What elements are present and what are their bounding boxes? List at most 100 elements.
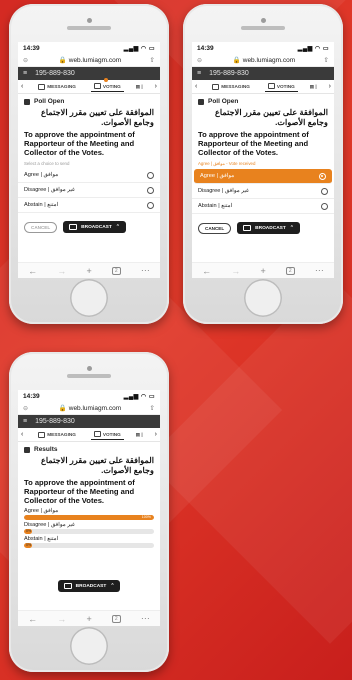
cancel-button[interactable]: CANCEL bbox=[198, 222, 232, 234]
result-label-abstain: Abstain | امتنع bbox=[24, 536, 59, 543]
more-icon[interactable]: ⋯ bbox=[315, 265, 324, 276]
hamburger-menu-icon[interactable]: ≡ bbox=[23, 418, 27, 425]
option-disagree[interactable]: Disagree | غير موافق bbox=[18, 183, 160, 199]
speaker bbox=[241, 26, 285, 30]
browser-bottom-bar: ← → + 2 ⋯ bbox=[18, 262, 160, 278]
browser-url-bar[interactable]: ⊖ 🔒 web.lumiagm.com ⇧ bbox=[18, 402, 160, 415]
hint-text: Select a choice to send bbox=[24, 161, 70, 167]
forward-arrow-icon[interactable]: → bbox=[231, 266, 240, 276]
tab-next-partial[interactable]: ▤ | bbox=[136, 84, 143, 90]
tabs-icon[interactable]: ⊖ bbox=[23, 405, 35, 412]
tab-next-partial[interactable]: ▤ | bbox=[136, 432, 143, 438]
notification-dot bbox=[103, 78, 108, 82]
browser-url-bar[interactable]: ⊖ 🔒 web.lumiagm.com ⇧ bbox=[192, 54, 334, 67]
hamburger-menu-icon[interactable]: ≡ bbox=[197, 70, 201, 77]
result-percent: 0% bbox=[26, 543, 32, 548]
tab-voting[interactable]: VOTING bbox=[90, 429, 124, 440]
phone-results: 14:39 ▂▄▆ ◠ ▭ ⊖ 🔒 web.lumiagm.com ⇧ ≡ 19… bbox=[9, 352, 169, 672]
option-disagree[interactable]: Disagree | غير موافق bbox=[192, 184, 334, 200]
radio-icon[interactable] bbox=[147, 201, 154, 209]
radio-icon[interactable] bbox=[321, 187, 328, 195]
back-arrow-icon[interactable]: ← bbox=[28, 266, 37, 276]
radio-checked-icon[interactable] bbox=[319, 172, 326, 180]
radio-icon[interactable] bbox=[321, 202, 328, 210]
chevron-up-icon: ⌃ bbox=[289, 225, 294, 231]
browser-url-bar[interactable]: ⊖ 🔒 web.lumiagm.com ⇧ bbox=[18, 54, 160, 67]
home-button[interactable] bbox=[70, 627, 108, 665]
tab-count[interactable]: 2 bbox=[111, 614, 121, 623]
tab-count[interactable]: 2 bbox=[111, 266, 121, 275]
new-tab-icon[interactable]: + bbox=[86, 614, 91, 624]
signal-wifi-battery-icon: ▂▄▆ ◠ ▭ bbox=[297, 45, 329, 52]
share-icon[interactable]: ⇧ bbox=[145, 404, 155, 412]
camera bbox=[87, 366, 92, 371]
chevron-right-icon[interactable]: › bbox=[155, 83, 157, 90]
tabs-icon[interactable]: ⊖ bbox=[197, 57, 209, 64]
broadcast-button[interactable]: BROADCAST ⌃ bbox=[237, 222, 300, 235]
section-title: Results bbox=[18, 442, 160, 455]
option-abstain[interactable]: Abstain | امتنع bbox=[192, 199, 334, 215]
chevron-up-icon: ⌃ bbox=[115, 224, 120, 230]
status-bar: 14:39 ▂▄▆ ◠ ▭ bbox=[18, 42, 160, 54]
chevron-left-icon[interactable]: ‹ bbox=[195, 83, 197, 90]
new-tab-icon[interactable]: + bbox=[260, 266, 265, 276]
chevron-right-icon[interactable]: › bbox=[155, 431, 157, 438]
actions-row: CANCEL BROADCAST ⌃ bbox=[192, 214, 334, 237]
option-agree[interactable]: Agree | موافق bbox=[18, 168, 160, 184]
message-icon bbox=[212, 83, 220, 90]
meeting-id: 195-889-830 bbox=[35, 70, 75, 77]
chevron-left-icon[interactable]: ‹ bbox=[21, 83, 23, 90]
broadcast-button[interactable]: BROADCAST ⌃ bbox=[57, 580, 121, 593]
question-english: To approve the appointment of Rapporteur… bbox=[24, 129, 135, 158]
poll-icon bbox=[198, 98, 204, 105]
tabs-icon[interactable]: ⊖ bbox=[23, 57, 35, 64]
forward-arrow-icon[interactable]: → bbox=[57, 614, 66, 624]
chevron-right-icon[interactable]: › bbox=[329, 83, 331, 90]
option-abstain[interactable]: Abstain | امتنع bbox=[18, 198, 160, 214]
vote-received-text: Agree | موافق - Vote received bbox=[198, 161, 256, 167]
result-percent: 100% bbox=[141, 515, 151, 520]
screen: 14:39 ▂▄▆ ◠ ▭ ⊖ 🔒 web.lumiagm.com ⇧ ≡ 19… bbox=[18, 42, 160, 278]
tab-messaging[interactable]: MESSAGING bbox=[35, 82, 79, 92]
radio-icon[interactable] bbox=[147, 186, 154, 194]
home-button[interactable] bbox=[70, 279, 108, 317]
tab-messaging[interactable]: MESSAGING bbox=[209, 82, 253, 92]
result-percent: 0% bbox=[26, 529, 32, 534]
status-time: 14:39 bbox=[23, 44, 40, 52]
new-tab-icon[interactable]: + bbox=[86, 266, 91, 276]
url-text[interactable]: 🔒 web.lumiagm.com bbox=[209, 56, 319, 64]
share-icon[interactable]: ⇧ bbox=[145, 56, 155, 64]
screen: 14:39 ▂▄▆ ◠ ▭ ⊖ 🔒 web.lumiagm.com ⇧ ≡ 19… bbox=[192, 42, 334, 278]
cast-icon bbox=[243, 225, 252, 232]
more-icon[interactable]: ⋯ bbox=[141, 613, 150, 624]
voting-icon bbox=[93, 431, 101, 437]
browser-bottom-bar: ← → + 2 ⋯ bbox=[192, 262, 334, 278]
screen: 14:39 ▂▄▆ ◠ ▭ ⊖ 🔒 web.lumiagm.com ⇧ ≡ 19… bbox=[18, 390, 160, 626]
back-arrow-icon[interactable]: ← bbox=[28, 614, 37, 624]
tab-voting[interactable]: VOTING bbox=[90, 78, 124, 92]
chevron-left-icon[interactable]: ‹ bbox=[21, 431, 23, 438]
voting-icon bbox=[267, 83, 275, 89]
actions-row: CANCEL BROADCAST ⌃ bbox=[18, 213, 160, 236]
radio-icon[interactable] bbox=[147, 171, 154, 179]
tab-next-partial[interactable]: ▤ | bbox=[310, 84, 317, 90]
forward-arrow-icon[interactable]: → bbox=[57, 266, 66, 276]
speaker bbox=[67, 374, 111, 378]
url-text[interactable]: 🔒 web.lumiagm.com bbox=[35, 56, 145, 64]
home-button[interactable] bbox=[244, 279, 282, 317]
results-icon bbox=[24, 446, 30, 453]
more-icon[interactable]: ⋯ bbox=[141, 265, 150, 276]
tab-count[interactable]: 2 bbox=[285, 266, 295, 275]
share-icon[interactable]: ⇧ bbox=[319, 56, 329, 64]
url-text[interactable]: 🔒 web.lumiagm.com bbox=[35, 404, 145, 412]
cancel-button[interactable]: CANCEL bbox=[24, 221, 58, 233]
result-label-disagree: Disagree | غير موافق bbox=[24, 522, 75, 529]
hamburger-menu-icon[interactable]: ≡ bbox=[23, 70, 27, 77]
tab-messaging[interactable]: MESSAGING bbox=[35, 430, 79, 440]
broadcast-button[interactable]: BROADCAST ⌃ bbox=[63, 221, 126, 234]
back-arrow-icon[interactable]: ← bbox=[202, 266, 211, 276]
option-agree-selected[interactable]: Agree | موافق bbox=[194, 169, 332, 185]
phone-poll-open: 14:39 ▂▄▆ ◠ ▭ ⊖ 🔒 web.lumiagm.com ⇧ ≡ 19… bbox=[9, 4, 169, 324]
voting-icon bbox=[93, 83, 101, 89]
tab-voting[interactable]: VOTING bbox=[264, 81, 298, 92]
